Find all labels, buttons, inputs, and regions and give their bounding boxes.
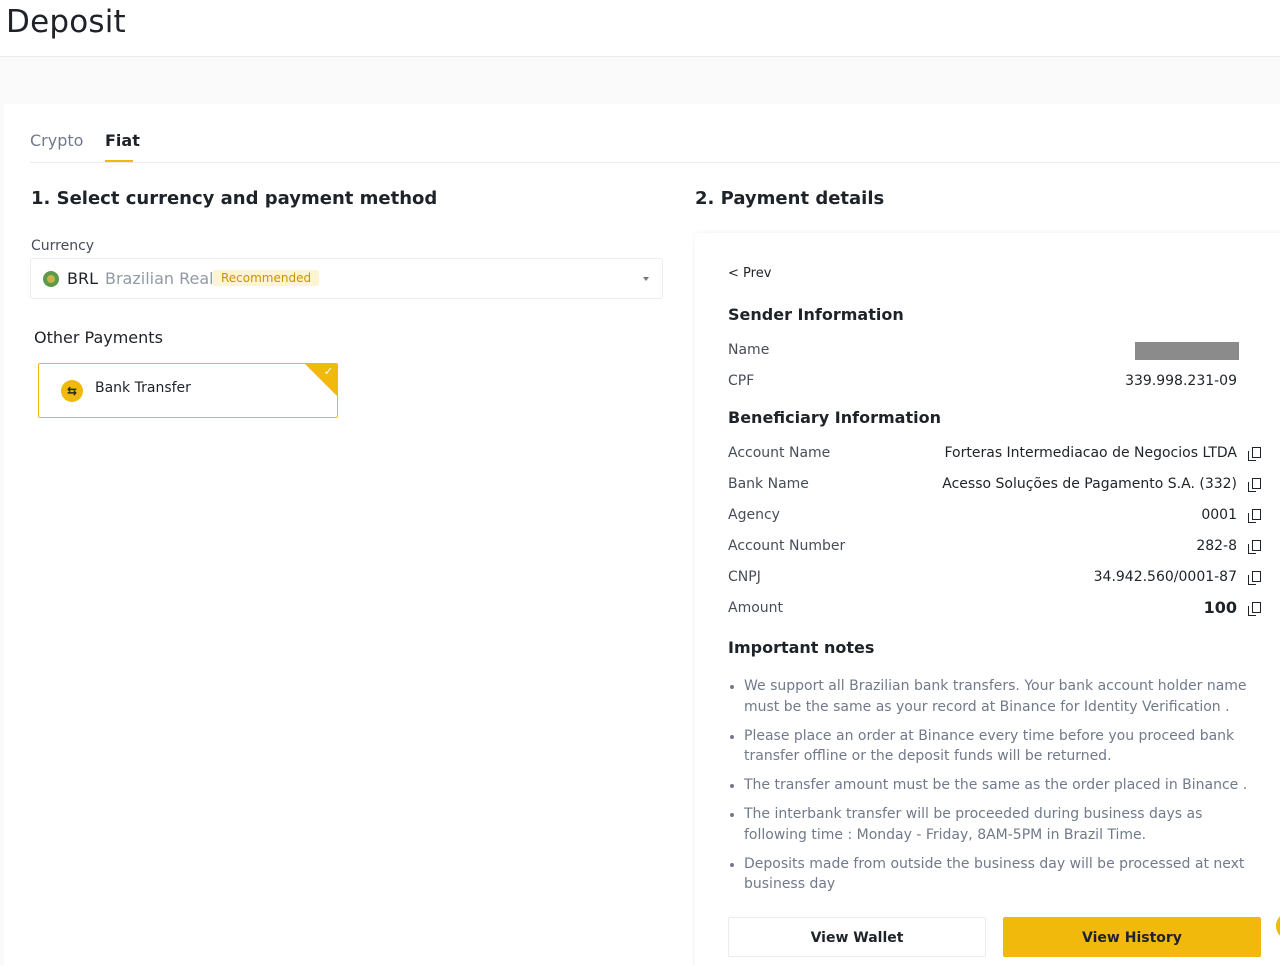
note-item: We support all Brazilian bank transfers.… [728,676,1268,717]
currency-name: Brazilian Real [105,269,214,288]
prev-link[interactable]: < Prev [728,266,771,281]
cnpj-value: 34.942.560/0001-87 [1093,569,1237,585]
bank-transfer-icon: ⇆ [61,380,83,402]
copy-icon[interactable] [1248,509,1261,523]
sender-information-title: Sender Information [728,305,904,324]
currency-code: BRL [67,269,99,288]
view-wallet-button[interactable]: View Wallet [728,917,986,957]
check-icon: ✓ [323,365,333,378]
note-item: The transfer amount must be the same as … [728,775,1268,796]
note-item: Deposits made from outside the business … [728,854,1268,895]
sender-cpf-label: CPF [728,373,755,389]
note-item: The interbank transfer will be proceeded… [728,804,1268,845]
copy-icon[interactable] [1248,602,1261,616]
agency-value: 0001 [1201,507,1237,523]
amount-label: Amount [728,600,784,616]
view-history-button[interactable]: View History [1003,917,1261,957]
beneficiary-information-title: Beneficiary Information [728,408,941,427]
bank-transfer-option[interactable]: ⇆ Bank Transfer ✓ [38,363,338,418]
note-item: Please place an order at Binance every t… [728,726,1268,767]
cnpj-label: CNPJ [728,569,761,585]
bank-name-value: Acesso Soluções de Pagamento S.A. (332) [942,476,1237,492]
tab-fiat-label: Fiat [105,131,140,150]
tabs-divider [30,162,1280,163]
page-header: Deposit [0,0,1280,57]
caret-down-icon [643,277,649,281]
account-name-label: Account Name [728,445,831,461]
tab-fiat[interactable]: Fiat [105,131,140,162]
account-number-value: 282-8 [1196,538,1237,554]
account-name-value: Forteras Intermediacao de Negocios LTDA [944,445,1238,461]
agency-label: Agency [728,507,780,523]
copy-icon[interactable] [1248,571,1261,585]
bank-transfer-label: Bank Transfer [95,380,191,396]
bank-name-label: Bank Name [728,476,809,492]
important-notes-title: Important notes [728,638,875,657]
amount-value: 100 [1203,598,1237,617]
page-title: Deposit [6,4,126,40]
copy-icon[interactable] [1248,478,1261,492]
sender-cpf-value: 339.998.231-09 [1125,373,1237,389]
copy-icon[interactable] [1248,447,1261,461]
sender-name-label: Name [728,342,770,358]
tab-crypto[interactable]: Crypto [30,131,83,150]
currency-label: Currency [31,238,95,254]
masked-name-value [1135,342,1239,360]
section-title-select-currency: 1. Select currency and payment method [31,188,438,209]
other-payments-label: Other Payments [34,328,163,347]
account-number-label: Account Number [728,538,846,554]
important-notes-list: We support all Brazilian bank transfers.… [728,676,1268,903]
currency-select[interactable]: BRL Brazilian Real Recommended [30,258,663,299]
copy-icon[interactable] [1248,540,1261,554]
brazil-flag-icon [43,271,59,287]
section-title-payment-details: 2. Payment details [695,188,885,209]
recommended-badge: Recommended [213,270,320,286]
